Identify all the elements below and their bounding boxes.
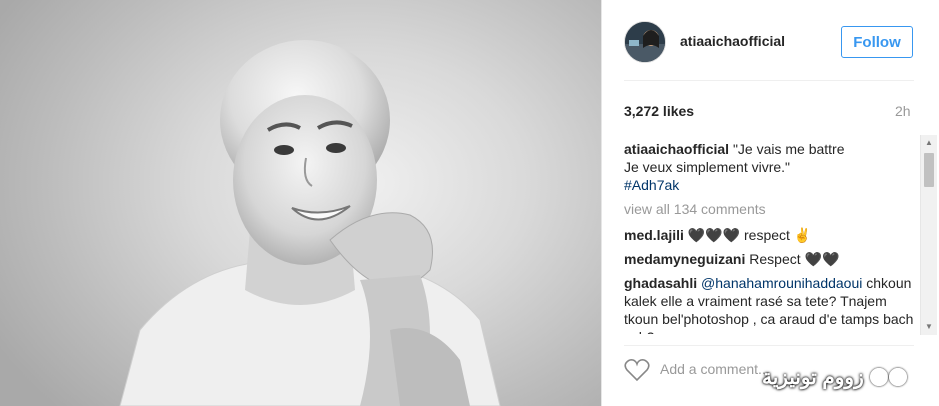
watermark-text: زووم تونيزية: [762, 366, 864, 389]
likes-count[interactable]: 3,272 likes: [624, 103, 694, 119]
avatar[interactable]: [624, 21, 666, 63]
view-all-comments-link[interactable]: view all 134 comments: [624, 200, 919, 218]
post-sidebar: atiaaichaofficial Follow 3,272 likes 2h …: [601, 0, 939, 406]
comment-text: 🖤🖤🖤 respect ✌: [687, 227, 812, 243]
divider: [624, 80, 914, 81]
comments-list: atiaaichaofficial "Je vais me battre Je …: [624, 140, 919, 334]
follow-button[interactable]: Follow: [841, 26, 913, 58]
scroll-down-arrow-icon[interactable]: ▼: [921, 319, 937, 335]
comments-scrollbar[interactable]: ▲ ▼: [920, 135, 937, 335]
comment-item: medamyneguizani Respect 🖤🖤: [624, 250, 919, 268]
post-photo: [0, 0, 601, 406]
add-comment-input[interactable]: Add a comment...: [660, 361, 770, 377]
like-heart-icon[interactable]: [624, 358, 650, 382]
comment-mention[interactable]: @hanahamrounihaddaoui: [701, 275, 862, 291]
comment-item: med.lajili 🖤🖤🖤 respect ✌: [624, 226, 919, 244]
comment-username[interactable]: med.lajili: [624, 227, 684, 243]
post-time[interactable]: 2h: [895, 103, 911, 119]
caption-line-1: "Je vais me battre: [732, 141, 845, 157]
divider: [624, 345, 914, 346]
comment-username[interactable]: medamyneguizani: [624, 251, 745, 267]
post-header: atiaaichaofficial Follow: [602, 0, 939, 80]
watermark-logo: زووم تونيزية: [762, 363, 907, 391]
comment-text: Respect 🖤🖤: [749, 251, 840, 267]
photo-illustration: [119, 40, 501, 406]
comment-username[interactable]: ghadasahli: [624, 275, 697, 291]
watermark-circles-icon: [869, 368, 907, 386]
username[interactable]: atiaaichaofficial: [680, 33, 785, 49]
comment-item: ghadasahli @hanahamrounihaddaoui chkoun …: [624, 274, 919, 334]
caption: atiaaichaofficial "Je vais me battre Je …: [624, 140, 919, 194]
hashtag-link[interactable]: #Adh7ak: [624, 177, 679, 193]
caption-username[interactable]: atiaaichaofficial: [624, 141, 729, 157]
scroll-up-arrow-icon[interactable]: ▲: [921, 135, 937, 151]
scrollbar-thumb[interactable]: [924, 153, 934, 187]
caption-line-2: Je veux simplement vivre.": [624, 159, 791, 175]
avatar-image: [625, 22, 665, 62]
